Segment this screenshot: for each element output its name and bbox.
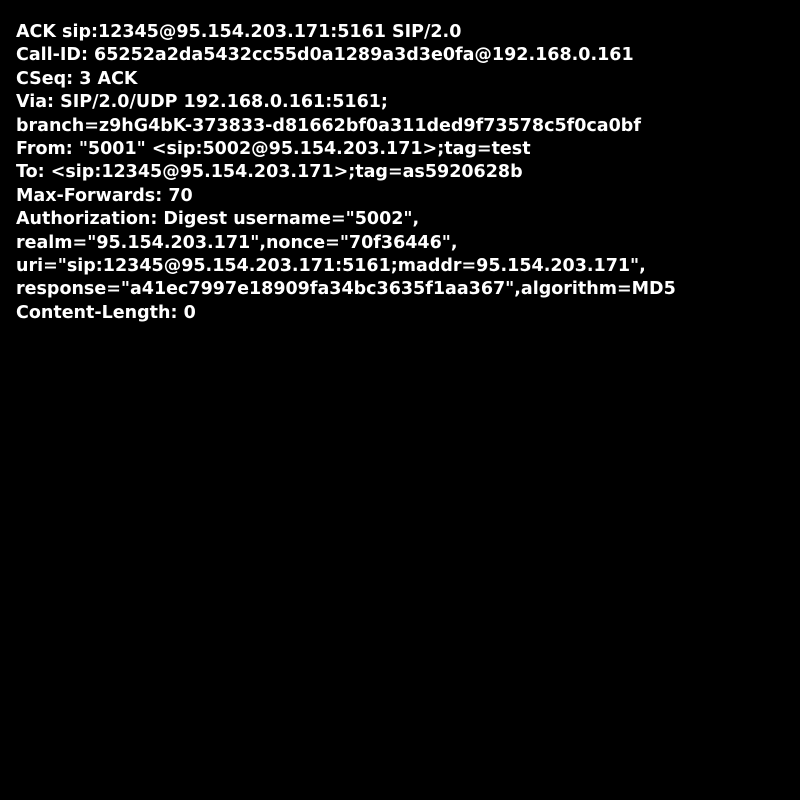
authorization-response-line: response="a41ec7997e18909fa34bc3635f1aa3… xyxy=(16,279,676,300)
via-branch-line: branch=z9hG4bK-373833-d81662bf0a311ded9f… xyxy=(16,115,641,136)
sip-message: ACK sip:12345@95.154.203.171:5161 SIP/2.… xyxy=(16,21,800,325)
page: ACK sip:12345@95.154.203.171:5161 SIP/2.… xyxy=(0,0,800,800)
authorization-uri-line: uri="sip:12345@95.154.203.171:5161;maddr… xyxy=(16,256,646,277)
cseq-header: CSeq: 3 ACK xyxy=(16,68,138,89)
authorization-realm-line: realm="95.154.203.171",nonce="70f36446", xyxy=(16,232,458,253)
via-header: Via: SIP/2.0/UDP 192.168.0.161:5161; xyxy=(16,92,388,113)
call-id-header: Call-ID: 65252a2da5432cc55d0a1289a3d3e0f… xyxy=(16,45,634,66)
request-line: ACK sip:12345@95.154.203.171:5161 SIP/2.… xyxy=(16,22,462,42)
content-length-header: Content-Length: 0 xyxy=(16,302,196,323)
authorization-header: Authorization: Digest username="5002", xyxy=(16,209,420,230)
to-header: To: <sip:12345@95.154.203.171>;tag=as592… xyxy=(16,162,523,183)
max-forwards-header: Max-Forwards: 70 xyxy=(16,185,193,206)
from-header: From: "5001" <sip:5002@95.154.203.171>;t… xyxy=(16,139,531,160)
